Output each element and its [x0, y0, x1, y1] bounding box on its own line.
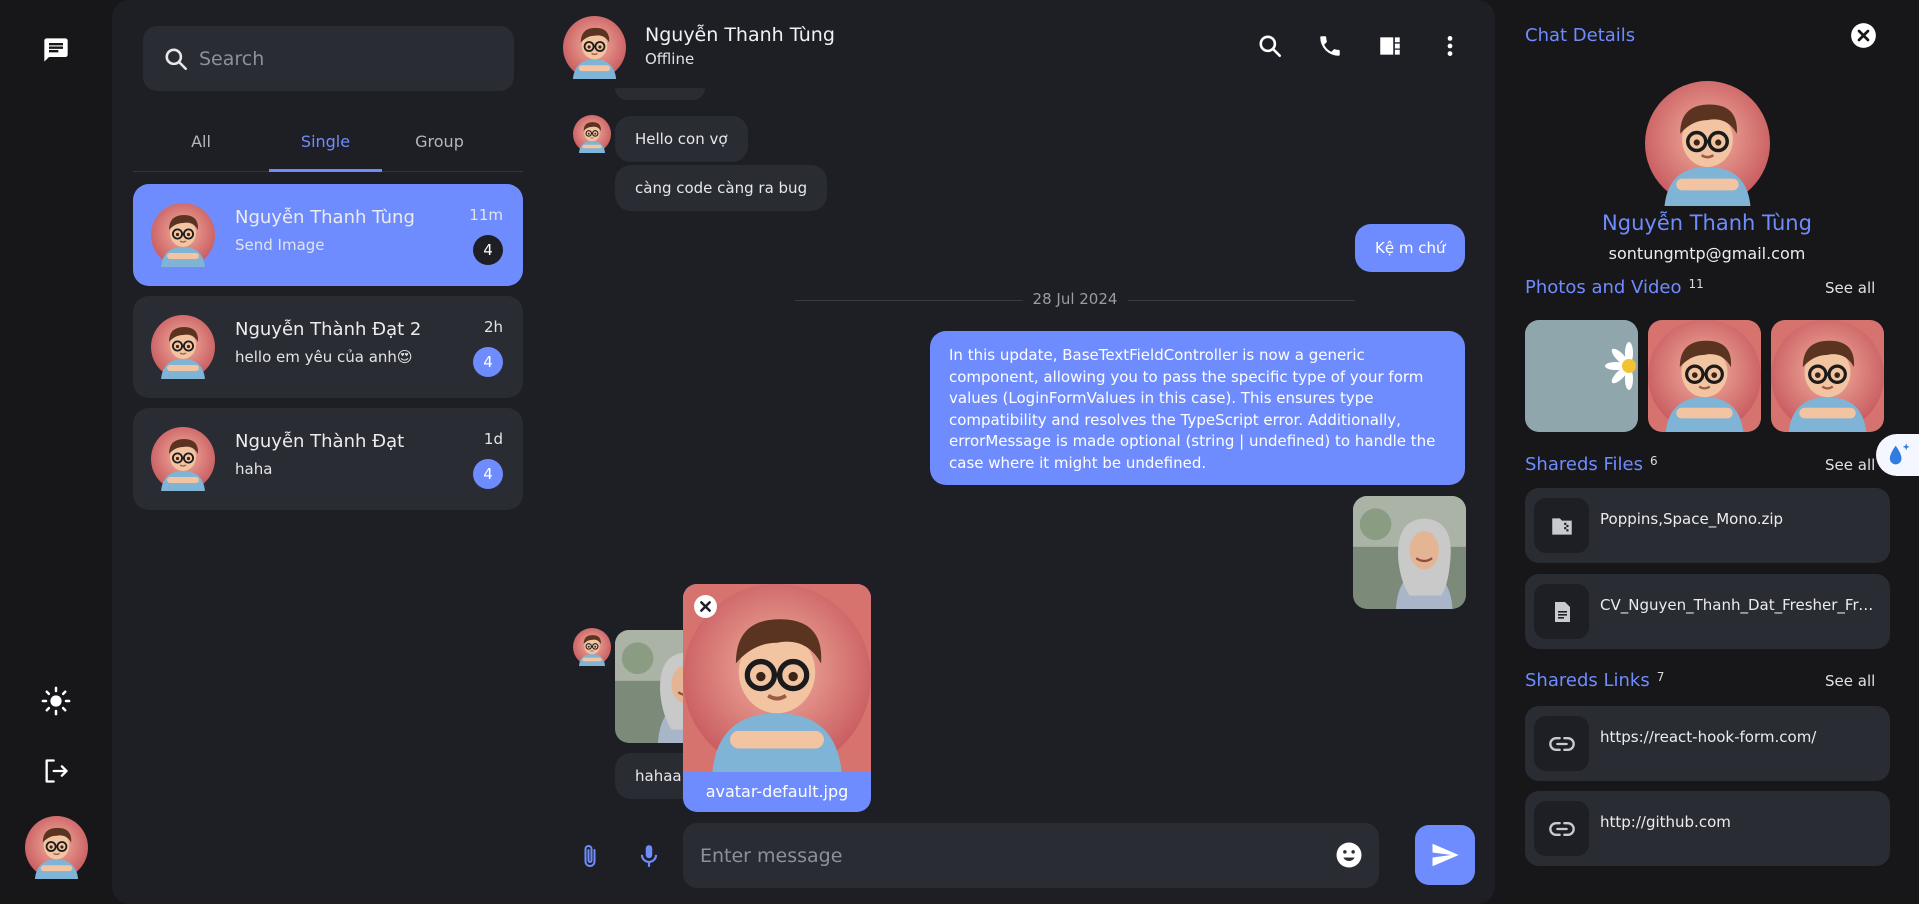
avatar: [573, 628, 611, 666]
search-icon: [165, 48, 188, 71]
avatar: [151, 427, 215, 491]
tab-all[interactable]: All: [158, 132, 244, 172]
shared-link-item[interactable]: http://github.com: [1525, 791, 1890, 866]
shared-link-url: http://github.com: [1600, 813, 1731, 831]
attachment-filename: avatar-default.jpg: [705, 782, 849, 801]
zip-file-icon: [1534, 498, 1589, 553]
conversation-item[interactable]: Nguyễn Thành Đạt haha 1d 4: [133, 408, 523, 510]
links-section-title: Shareds Links 7: [1525, 670, 1665, 691]
message-bubble: Hello con vợ: [615, 116, 748, 162]
shared-link-url: https://react-hook-form.com/: [1600, 728, 1817, 746]
floating-helper-button[interactable]: [1876, 434, 1919, 476]
see-all-photos-link[interactable]: See all: [1825, 279, 1875, 297]
shared-file-name: Poppins,Space_Mono.zip: [1600, 510, 1784, 528]
avatar: [151, 315, 215, 379]
close-icon[interactable]: [1850, 22, 1877, 49]
see-all-links-link[interactable]: See all: [1825, 672, 1875, 690]
search-box: [143, 26, 514, 91]
droplet-sparkle-icon: [1889, 443, 1910, 465]
conversation-last-message: hello em yêu của anh😍: [235, 348, 413, 366]
details-email: sontungmtp@gmail.com: [1608, 244, 1806, 263]
conversation-last-message: haha: [235, 460, 273, 478]
chat-contact-status: Offline: [645, 50, 695, 68]
see-all-files-link[interactable]: See all: [1825, 456, 1875, 474]
microphone-icon[interactable]: [634, 840, 664, 872]
chat-details-panel: Chat Details Nguyễn Thanh Tùng sontungmt…: [1495, 0, 1919, 904]
details-name: Nguyễn Thanh Tùng: [1602, 211, 1812, 235]
shared-file-item[interactable]: Poppins,Space_Mono.zip: [1525, 488, 1890, 563]
side-panel-icon[interactable]: [1374, 30, 1406, 62]
search-input[interactable]: [199, 44, 499, 74]
shared-link-item[interactable]: https://react-hook-form.com/: [1525, 706, 1890, 781]
search-icon[interactable]: [1254, 30, 1286, 62]
message-bubble-own: Kệ m chứ: [1355, 224, 1466, 272]
unread-badge: 4: [473, 347, 503, 377]
user-avatar[interactable]: [25, 816, 88, 879]
conversation-time: 11m: [469, 206, 503, 224]
conversation-item[interactable]: Nguyễn Thanh Tùng Send Image 11m 4: [133, 184, 523, 286]
chat-icon[interactable]: [41, 35, 71, 65]
main-panel: All Single Group Nguyễn Thanh Tùng Send …: [112, 0, 1495, 904]
nav-rail: [0, 0, 112, 904]
details-avatar: [1645, 81, 1770, 206]
files-section-title: Shareds Files 6: [1525, 454, 1658, 475]
date-separator: 28 Jul 2024: [795, 290, 1355, 308]
conversation-time: 2h: [483, 318, 503, 336]
conversation-last-message: Send Image: [235, 236, 325, 254]
avatar: [151, 203, 215, 267]
conversation-item[interactable]: Nguyễn Thành Đạt 2 hello em yêu của anh😍…: [133, 296, 523, 398]
tab-single[interactable]: Single: [269, 132, 382, 172]
link-icon: [1534, 801, 1589, 856]
send-icon: [1432, 843, 1459, 867]
chat-contact-name: Nguyễn Thanh Tùng: [645, 24, 835, 46]
conversation-name: Nguyễn Thành Đạt: [235, 431, 405, 452]
date-label: 28 Jul 2024: [1022, 290, 1128, 308]
message-input[interactable]: [700, 841, 1300, 871]
conversation-time: 1d: [483, 430, 503, 448]
logout-icon[interactable]: [41, 756, 71, 786]
photo-thumbnail[interactable]: [1525, 320, 1638, 432]
details-title: Chat Details: [1525, 25, 1636, 46]
photo-thumbnail[interactable]: [1771, 320, 1884, 432]
document-icon: [1534, 584, 1589, 639]
conversation-name: Nguyễn Thành Đạt 2: [235, 319, 422, 340]
message-composer: [683, 823, 1379, 888]
message-image[interactable]: [1353, 496, 1466, 609]
phone-icon[interactable]: [1314, 30, 1346, 62]
attach-icon[interactable]: [575, 840, 605, 872]
more-options-icon[interactable]: [1434, 30, 1466, 62]
unread-badge: 4: [473, 235, 503, 265]
sun-icon[interactable]: [41, 686, 71, 716]
avatar: [573, 115, 611, 153]
message-bubble: càng code càng ra bug: [615, 165, 828, 211]
photo-thumbnail[interactable]: [1648, 320, 1761, 432]
chat-avatar[interactable]: [563, 16, 626, 79]
send-button[interactable]: [1415, 825, 1475, 885]
shared-file-name: CV_Nguyen_Thanh_Dat_Fresher_Frontend.pdf: [1600, 596, 1882, 614]
conversation-tabs: All Single Group: [133, 120, 523, 172]
tab-group[interactable]: Group: [383, 132, 496, 172]
close-icon[interactable]: [693, 594, 718, 619]
unread-badge: 4: [473, 459, 503, 489]
message-bubble-partial: [615, 88, 705, 100]
photos-section-title: Photos and Video 11: [1525, 277, 1704, 298]
attachment-preview: avatar-default.jpg: [683, 584, 871, 812]
link-icon: [1534, 716, 1589, 771]
message-bubble-own: In this update, BaseTextFieldController …: [930, 331, 1465, 485]
conversation-name: Nguyễn Thanh Tùng: [235, 207, 415, 228]
shared-file-item[interactable]: CV_Nguyen_Thanh_Dat_Fresher_Frontend.pdf: [1525, 574, 1890, 649]
emoji-icon[interactable]: [1334, 840, 1364, 870]
